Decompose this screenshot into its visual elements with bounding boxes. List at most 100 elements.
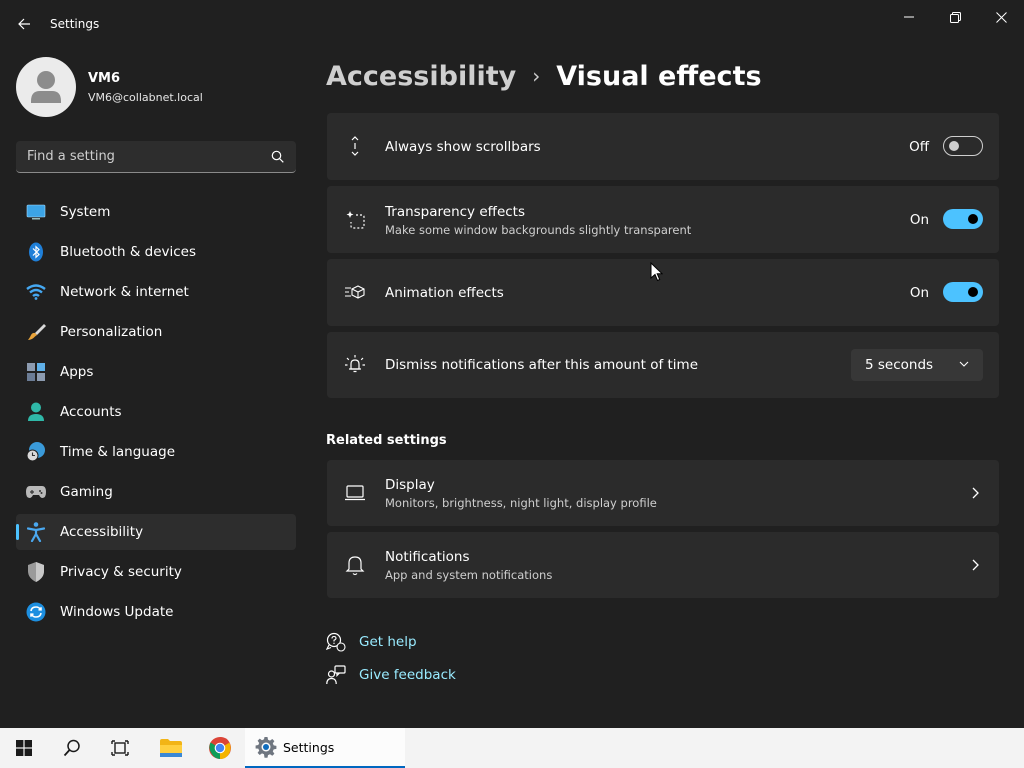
sidebar-item-label: Apps xyxy=(60,364,94,380)
task-view-icon xyxy=(111,740,129,756)
sidebar-item-label: Privacy & security xyxy=(60,564,182,580)
page-title: Visual effects xyxy=(556,60,762,92)
get-help-label: Get help xyxy=(359,634,417,650)
scrollbar-arrows-icon xyxy=(343,134,367,158)
breadcrumb-separator: › xyxy=(532,64,541,88)
profile-email: VM6@collabnet.local xyxy=(88,91,203,104)
feedback-icon xyxy=(326,665,346,685)
sidebar-item-system[interactable]: System xyxy=(16,194,296,230)
sidebar-item-label: Accessibility xyxy=(60,524,144,540)
get-help-link[interactable]: Get help xyxy=(326,632,417,652)
sidebar-item-label: Personalization xyxy=(60,324,163,340)
transparency-toggle[interactable] xyxy=(943,209,983,229)
windows-logo-icon xyxy=(16,740,32,756)
brush-icon xyxy=(26,322,46,342)
setting-title: Transparency effects xyxy=(385,204,525,220)
setting-title: Display xyxy=(385,477,435,493)
sidebar-item-label: Gaming xyxy=(60,484,113,500)
chevron-right-icon xyxy=(972,487,979,499)
setting-description: App and system notifications xyxy=(385,568,553,582)
title-bar: Settings xyxy=(0,0,1024,48)
setting-title: Animation effects xyxy=(385,285,504,301)
clock-globe-icon xyxy=(26,442,46,462)
back-arrow-icon xyxy=(18,18,30,30)
app-title: Settings xyxy=(50,17,100,31)
breadcrumb: Accessibility › Visual effects xyxy=(326,56,762,96)
setting-title: Notifications xyxy=(385,549,470,565)
restore-button[interactable] xyxy=(932,2,978,32)
taskbar-file-explorer[interactable] xyxy=(147,728,195,768)
taskbar-settings-app[interactable]: Settings xyxy=(245,728,405,768)
sidebar-item-apps[interactable]: Apps xyxy=(16,354,296,390)
sidebar-item-label: Windows Update xyxy=(60,604,174,620)
taskbar-search-button[interactable] xyxy=(48,728,96,768)
sidebar-item-label: Bluetooth & devices xyxy=(60,244,197,260)
wifi-icon xyxy=(26,282,46,302)
close-icon xyxy=(995,11,1007,23)
shield-icon xyxy=(26,562,46,582)
monitor-icon xyxy=(26,202,46,222)
scrollbars-toggle[interactable] xyxy=(943,136,983,156)
taskbar-chrome[interactable] xyxy=(196,728,244,768)
setting-description: Monitors, brightness, night light, displ… xyxy=(385,496,657,510)
transparency-icon xyxy=(343,207,367,231)
bluetooth-icon xyxy=(26,242,46,262)
sidebar-item-label: Accounts xyxy=(60,404,122,420)
taskbar-app-label: Settings xyxy=(283,739,335,755)
search-placeholder: Find a setting xyxy=(27,149,115,164)
toggle-state-label: Off xyxy=(909,139,929,155)
related-display-card[interactable]: Display Monitors, brightness, night ligh… xyxy=(327,460,999,526)
sidebar-item-label: System xyxy=(60,204,111,220)
restore-icon xyxy=(949,11,961,23)
toggle-state-label: On xyxy=(909,212,929,228)
setting-title: Dismiss notifications after this amount … xyxy=(385,357,699,373)
give-feedback-link[interactable]: Give feedback xyxy=(326,665,456,685)
setting-title: Always show scrollbars xyxy=(385,139,541,155)
chevron-down-icon xyxy=(959,361,969,367)
search-input[interactable]: Find a setting xyxy=(16,141,296,173)
setting-card-transparency: Transparency effects Make some window ba… xyxy=(327,186,999,253)
search-icon xyxy=(63,739,80,757)
gear-icon xyxy=(255,737,277,758)
taskbar: Settings xyxy=(0,728,1024,768)
sidebar-item-label: Network & internet xyxy=(60,284,189,300)
update-icon xyxy=(26,602,46,622)
sidebar-item-bluetooth[interactable]: Bluetooth & devices xyxy=(16,234,296,270)
profile-name: VM6 xyxy=(88,71,121,86)
folder-icon xyxy=(160,739,182,757)
animation-cube-icon xyxy=(343,280,367,304)
sidebar-item-time-language[interactable]: Time & language xyxy=(16,434,296,470)
avatar[interactable] xyxy=(16,57,76,117)
chrome-icon xyxy=(209,737,231,759)
animation-toggle[interactable] xyxy=(943,282,983,302)
sidebar-item-accessibility[interactable]: Accessibility xyxy=(16,514,296,550)
back-button[interactable] xyxy=(10,12,38,36)
gamepad-icon xyxy=(26,482,46,502)
close-button[interactable] xyxy=(978,2,1024,32)
toggle-state-label: On xyxy=(909,285,929,301)
task-view-button[interactable] xyxy=(96,728,144,768)
setting-card-animation: Animation effects On xyxy=(327,259,999,326)
help-chat-icon xyxy=(326,632,346,652)
give-feedback-label: Give feedback xyxy=(359,667,456,683)
setting-description: Make some window backgrounds slightly tr… xyxy=(385,223,692,237)
sidebar-item-gaming[interactable]: Gaming xyxy=(16,474,296,510)
minimize-button[interactable] xyxy=(886,2,932,32)
dropdown-selected-value: 5 seconds xyxy=(865,357,934,373)
related-notifications-card[interactable]: Notifications App and system notificatio… xyxy=(327,532,999,598)
notification-timer-icon xyxy=(343,353,367,377)
dismiss-duration-dropdown[interactable]: 5 seconds xyxy=(851,349,983,381)
sidebar-item-personalization[interactable]: Personalization xyxy=(16,314,296,350)
person-icon xyxy=(26,402,46,422)
laptop-icon xyxy=(343,481,367,505)
sidebar-item-privacy-security[interactable]: Privacy & security xyxy=(16,554,296,590)
sidebar-item-network[interactable]: Network & internet xyxy=(16,274,296,310)
breadcrumb-parent-link[interactable]: Accessibility xyxy=(326,61,516,92)
bell-icon xyxy=(343,553,367,577)
sidebar-item-accounts[interactable]: Accounts xyxy=(16,394,296,430)
start-button[interactable] xyxy=(0,728,48,768)
related-settings-heading: Related settings xyxy=(326,433,447,448)
chevron-right-icon xyxy=(972,559,979,571)
apps-icon xyxy=(26,362,46,382)
sidebar-item-windows-update[interactable]: Windows Update xyxy=(16,594,296,630)
